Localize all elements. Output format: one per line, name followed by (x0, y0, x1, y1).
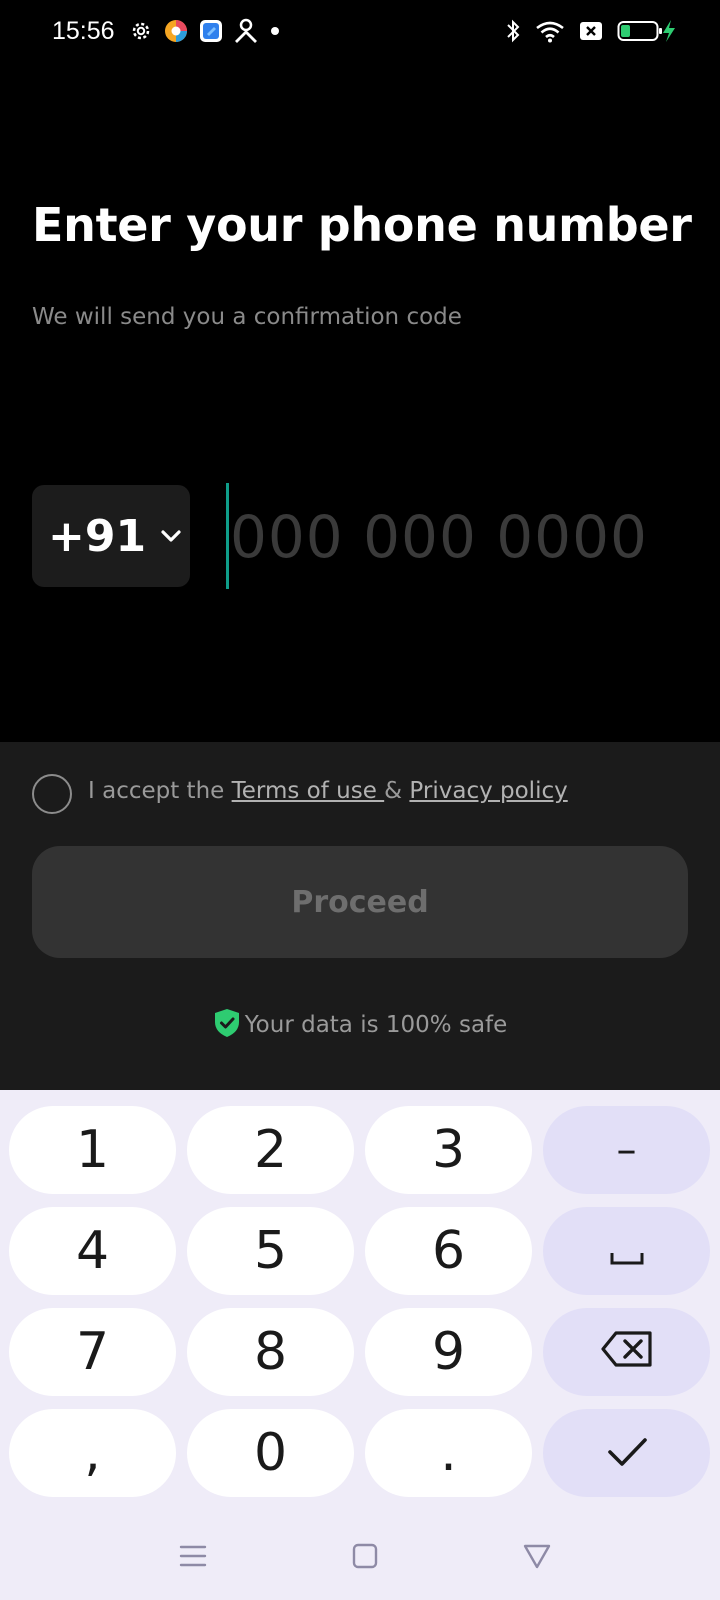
key-5[interactable]: 5 (187, 1207, 354, 1295)
data-safe-note: Your data is 100% safe (0, 1008, 720, 1042)
back-icon[interactable] (517, 1536, 557, 1576)
country-code-selector[interactable]: +91 (32, 485, 190, 587)
shield-check-icon (213, 1008, 241, 1042)
accept-joiner: & (384, 778, 410, 804)
status-time: 15:56 (52, 17, 115, 45)
dash-key[interactable]: – (543, 1106, 710, 1194)
text-cursor (226, 483, 229, 589)
terms-accept-radio[interactable] (32, 774, 72, 814)
key-0[interactable]: 0 (187, 1409, 354, 1497)
terms-accept-text: I accept the Terms of use & Privacy poli… (88, 778, 568, 804)
home-icon[interactable] (345, 1536, 385, 1576)
accept-prefix: I accept the (88, 778, 232, 804)
backspace-icon (600, 1322, 654, 1382)
privacy-policy-link[interactable]: Privacy policy (409, 778, 567, 804)
key-1[interactable]: 1 (9, 1106, 176, 1194)
done-key[interactable] (543, 1409, 710, 1497)
chevron-down-icon (160, 529, 182, 543)
sim-off-icon (578, 18, 604, 44)
key-6[interactable]: 6 (365, 1207, 532, 1295)
space-icon (609, 1221, 645, 1281)
key-2[interactable]: 2 (187, 1106, 354, 1194)
person-icon (233, 18, 259, 44)
system-navbar (0, 1512, 720, 1600)
charging-bolt-icon (660, 18, 678, 44)
files-icon (198, 18, 224, 44)
period-key[interactable]: . (365, 1409, 532, 1497)
page-title: Enter your phone number (32, 198, 692, 252)
key-4[interactable]: 4 (9, 1207, 176, 1295)
key-7[interactable]: 7 (9, 1308, 176, 1396)
wifi-icon (533, 18, 567, 44)
status-bar: 15:56 (0, 0, 720, 64)
menu-icon[interactable] (173, 1536, 213, 1576)
key-8[interactable]: 8 (187, 1308, 354, 1396)
space-key[interactable] (543, 1207, 710, 1295)
bluetooth-icon (500, 18, 526, 44)
key-9[interactable]: 9 (365, 1308, 532, 1396)
browser-icon (163, 18, 189, 44)
notification-dot-icon (270, 18, 280, 44)
terms-of-use-link[interactable]: Terms of use (232, 778, 385, 804)
page-subtitle: We will send you a confirmation code (32, 304, 462, 330)
proceed-button[interactable]: Proceed (32, 846, 688, 958)
comma-key[interactable]: , (9, 1409, 176, 1497)
check-icon (605, 1423, 649, 1483)
data-safe-text: Your data is 100% safe (244, 1012, 508, 1038)
backspace-key[interactable] (543, 1308, 710, 1396)
country-code-label: +91 (48, 510, 147, 562)
battery-icon (614, 18, 666, 44)
key-3[interactable]: 3 (365, 1106, 532, 1194)
consent-panel: I accept the Terms of use & Privacy poli… (0, 742, 720, 1090)
phone-number-input[interactable] (230, 492, 700, 582)
gear-icon (128, 18, 154, 44)
numeric-keyboard: 1 2 3 – 4 5 6 7 8 9 , 0 . (0, 1090, 720, 1600)
